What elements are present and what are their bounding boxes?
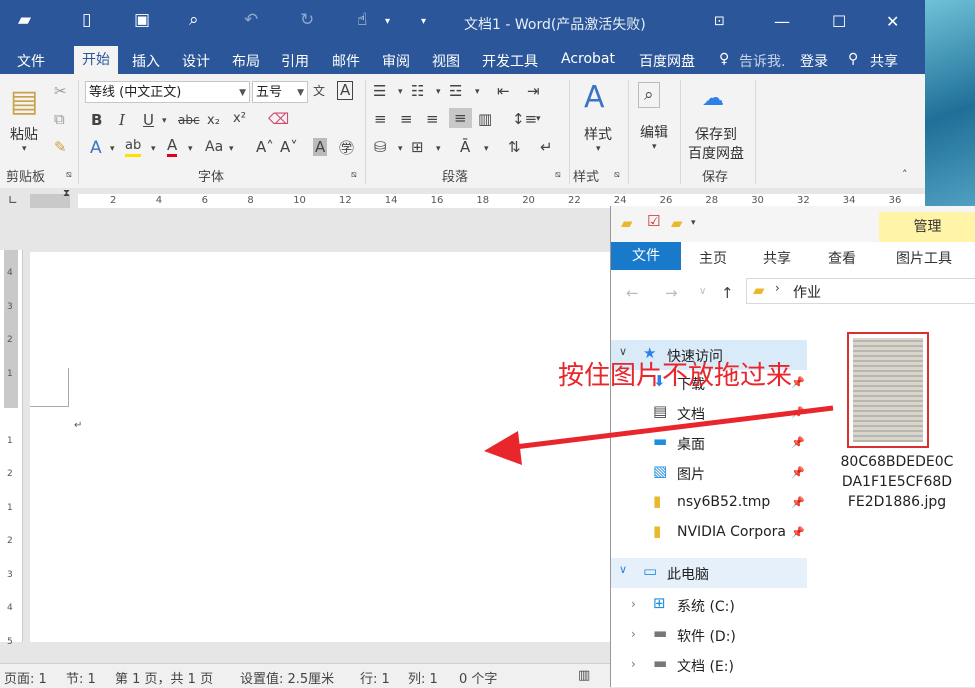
drag-arrow-line [514,405,834,450]
drag-arrow-overlay [484,405,834,465]
drag-arrow-head [484,431,522,465]
